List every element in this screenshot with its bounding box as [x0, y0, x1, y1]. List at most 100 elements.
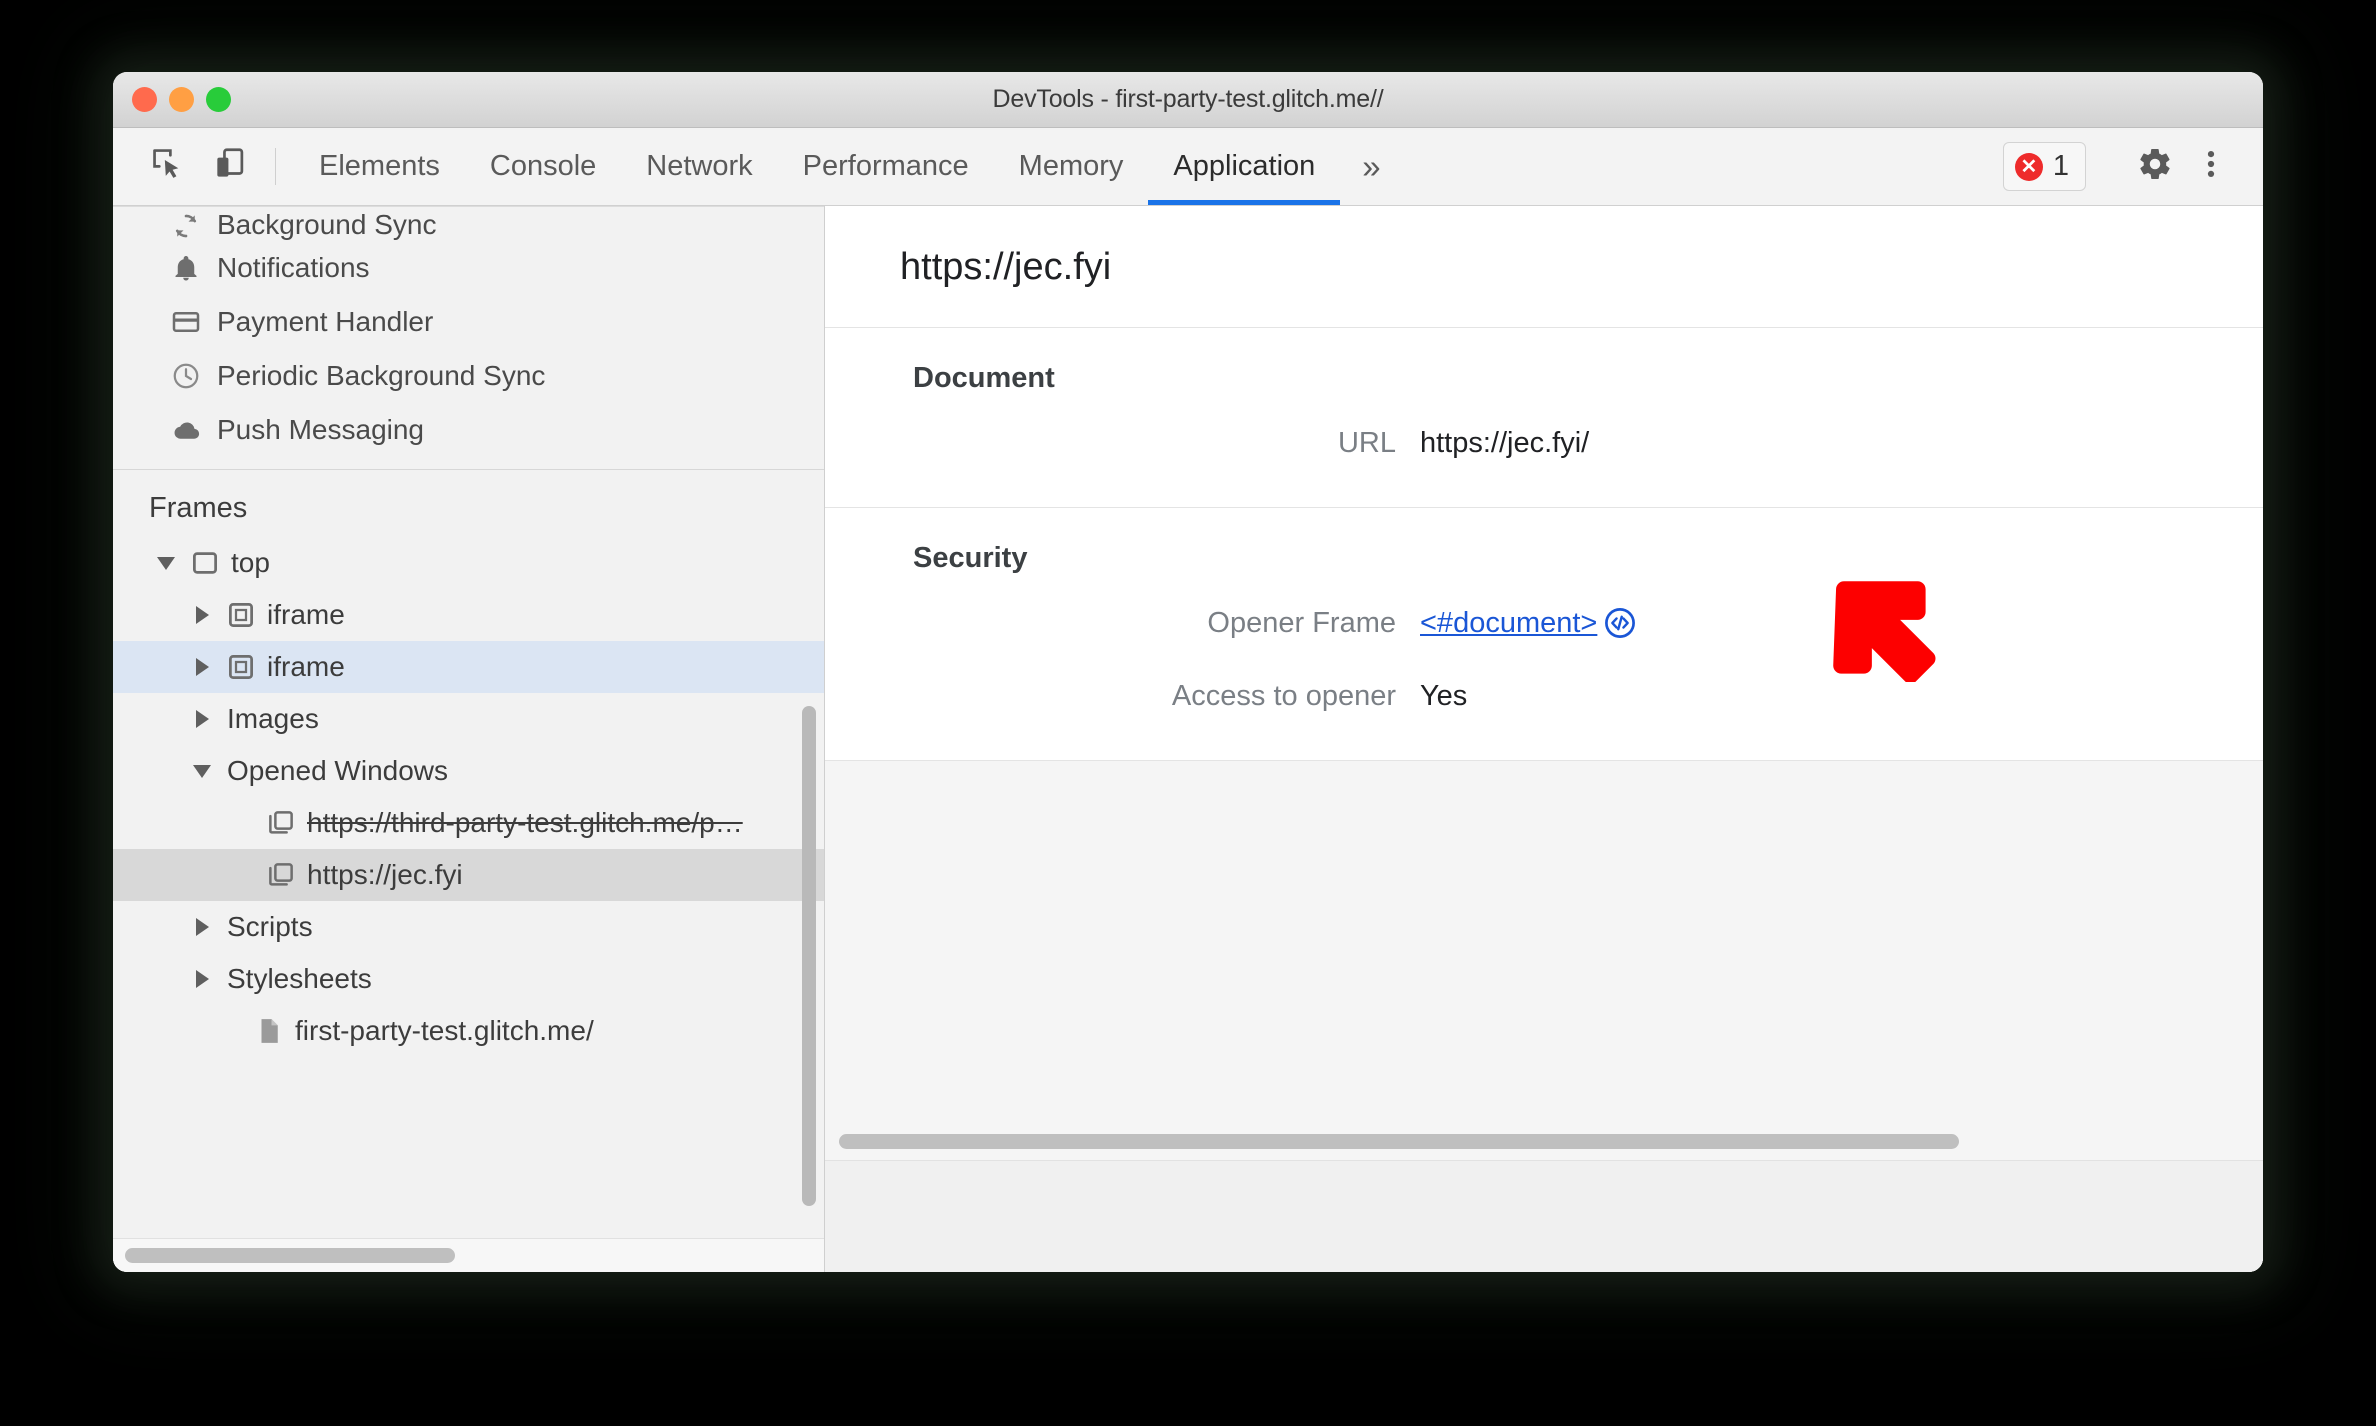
- error-badge[interactable]: ✕ 1: [2002, 142, 2086, 191]
- chevron-right-icon[interactable]: [185, 658, 219, 676]
- tree-item-top[interactable]: top: [113, 537, 824, 589]
- tree-item-top-label: top: [231, 547, 270, 578]
- gear-icon: [2137, 146, 2173, 187]
- field-opener-frame: Opener Frame <#document>: [825, 605, 2263, 641]
- application-sidebar: Background Sync Notifications Payment Ha…: [113, 206, 825, 1272]
- security-section-title: Security: [913, 542, 1028, 575]
- tree-item-iframe-2-label: iframe: [267, 651, 345, 682]
- devtools-body: Background Sync Notifications Payment Ha…: [113, 206, 2263, 1272]
- error-circle-icon: ✕: [2014, 152, 2043, 181]
- field-opener-frame-value: <#document>: [1420, 605, 1637, 641]
- clock-icon: [171, 361, 213, 391]
- tree-item-opened-windows[interactable]: Opened Windows: [113, 745, 824, 797]
- tab-memory[interactable]: Memory: [994, 128, 1149, 205]
- sidebar-item-push-messaging-label: Push Messaging: [217, 414, 425, 445]
- sidebar-horizontal-scrollbar-thumb[interactable]: [125, 1248, 455, 1263]
- frames-section-header: Frames: [149, 492, 248, 524]
- chevron-down-icon[interactable]: [185, 764, 219, 778]
- chevron-right-icon[interactable]: [185, 970, 219, 988]
- field-url-value: https://jec.fyi/: [1420, 427, 1590, 459]
- sidebar-item-background-sync[interactable]: Background Sync: [113, 207, 824, 241]
- sidebar-item-payment-handler-label: Payment Handler: [217, 306, 434, 337]
- tree-item-opened-window-third-party[interactable]: https://third-party-test.glitch.me/p…: [113, 797, 824, 849]
- tree-item-scripts[interactable]: Scripts: [113, 901, 824, 953]
- window-icon: [259, 860, 303, 890]
- tree-item-first-party-document[interactable]: first-party-test.glitch.me/: [113, 1005, 824, 1057]
- tab-performance[interactable]: Performance: [778, 128, 994, 205]
- iframe-icon: [219, 600, 263, 630]
- toolbar-right-group: ✕ 1: [2002, 128, 2263, 205]
- tab-console[interactable]: Console: [465, 128, 621, 205]
- opener-frame-link[interactable]: <#document>: [1420, 605, 1597, 641]
- inspect-cursor-icon: [149, 145, 187, 188]
- field-access-to-opener-value: Yes: [1420, 679, 1468, 712]
- inspect-element-button[interactable]: [137, 128, 199, 205]
- document-section: Document URL https://jec.fyi/: [825, 328, 2263, 509]
- sidebar-item-payment-handler[interactable]: Payment Handler: [113, 295, 824, 349]
- sidebar-item-background-sync-label: Background Sync: [217, 209, 437, 240]
- tab-elements[interactable]: Elements: [294, 128, 465, 205]
- devtools-toolbar: Elements Console Network Performance Mem…: [113, 128, 2263, 206]
- frame-details-header: https://jec.fyi: [825, 206, 2263, 328]
- tree-item-opened-windows-label: Opened Windows: [227, 755, 449, 786]
- tab-application[interactable]: Application: [1148, 128, 1341, 205]
- tree-item-images-label: Images: [227, 703, 319, 734]
- tab-network-label: Network: [646, 150, 753, 182]
- document-icon: [247, 1016, 291, 1046]
- tab-network[interactable]: Network: [621, 128, 777, 205]
- toolbar-divider: [275, 148, 276, 185]
- code-icon[interactable]: [1603, 606, 1637, 640]
- panel-horizontal-scrollbar-track[interactable]: [825, 1128, 2263, 1154]
- main-menu-button[interactable]: [2183, 139, 2239, 195]
- chevron-right-icon[interactable]: [185, 918, 219, 936]
- chevron-right-icon[interactable]: [185, 710, 219, 728]
- device-toolbar-icon: [211, 145, 249, 188]
- screenshot-root: DevTools - first-party-test.glitch.me//: [0, 0, 2376, 1426]
- field-opener-frame-label: Opener Frame: [1207, 607, 1396, 640]
- sidebar-horizontal-scrollbar-track[interactable]: [113, 1238, 824, 1272]
- more-tabs-button[interactable]: »: [1340, 128, 1402, 205]
- tree-item-stylesheets-label: Stylesheets: [227, 963, 372, 994]
- window-titlebar: DevTools - first-party-test.glitch.me//: [113, 72, 2263, 128]
- credit-card-icon: [171, 307, 213, 337]
- tree-item-iframe-1[interactable]: iframe: [113, 589, 824, 641]
- bell-icon: [171, 253, 213, 283]
- tree-item-opened-window-jec-fyi[interactable]: https://jec.fyi: [113, 849, 824, 901]
- tree-item-opened-window-third-party-label: https://third-party-test.glitch.me/p…: [307, 807, 743, 838]
- tab-application-label: Application: [1173, 150, 1316, 182]
- chevron-right-icon[interactable]: [185, 606, 219, 624]
- settings-button[interactable]: [2127, 139, 2183, 195]
- tree-item-scripts-label: Scripts: [227, 911, 313, 942]
- sidebar-item-periodic-background-sync[interactable]: Periodic Background Sync: [113, 349, 824, 403]
- tab-elements-label: Elements: [319, 150, 440, 182]
- error-count: 1: [2052, 150, 2069, 182]
- field-url-label: URL: [1337, 427, 1396, 459]
- window-title: DevTools - first-party-test.glitch.me//: [992, 85, 1384, 113]
- sidebar-item-periodic-background-sync-label: Periodic Background Sync: [217, 360, 546, 391]
- tree-item-first-party-document-label: first-party-test.glitch.me/: [295, 1015, 594, 1046]
- tab-console-label: Console: [489, 150, 597, 182]
- tree-item-images[interactable]: Images: [113, 693, 824, 745]
- tree-item-iframe-1-label: iframe: [267, 599, 345, 630]
- device-toolbar-button[interactable]: [199, 128, 261, 205]
- page-title: https://jec.fyi: [900, 246, 1112, 288]
- frame-icon: [183, 548, 227, 578]
- tree-item-iframe-2[interactable]: iframe: [113, 641, 824, 693]
- panel-tabs: Elements Console Network Performance Mem…: [294, 128, 1403, 205]
- sidebar-item-notifications[interactable]: Notifications: [113, 241, 824, 295]
- devtools-window: DevTools - first-party-test.glitch.me//: [113, 72, 2263, 1272]
- security-section: Security Opener Frame <#document> Access…: [825, 508, 2263, 761]
- panel-horizontal-scrollbar-thumb[interactable]: [839, 1133, 1959, 1149]
- sync-icon: [171, 211, 213, 241]
- cloud-icon: [171, 415, 213, 445]
- tree-item-stylesheets[interactable]: Stylesheets: [113, 953, 824, 1005]
- tab-performance-label: Performance: [802, 150, 969, 182]
- frame-details-panel: https://jec.fyi Document URL https://jec…: [825, 206, 2263, 1272]
- tree-item-opened-window-jec-fyi-label: https://jec.fyi: [307, 859, 463, 890]
- sidebar-vertical-scrollbar[interactable]: [802, 706, 816, 1206]
- sidebar-scroll-area: Background Sync Notifications Payment Ha…: [113, 206, 824, 1238]
- field-url: URL https://jec.fyi/: [825, 425, 2263, 461]
- sidebar-item-push-messaging[interactable]: Push Messaging: [113, 403, 824, 457]
- chevron-down-icon[interactable]: [149, 556, 183, 570]
- iframe-icon: [219, 652, 263, 682]
